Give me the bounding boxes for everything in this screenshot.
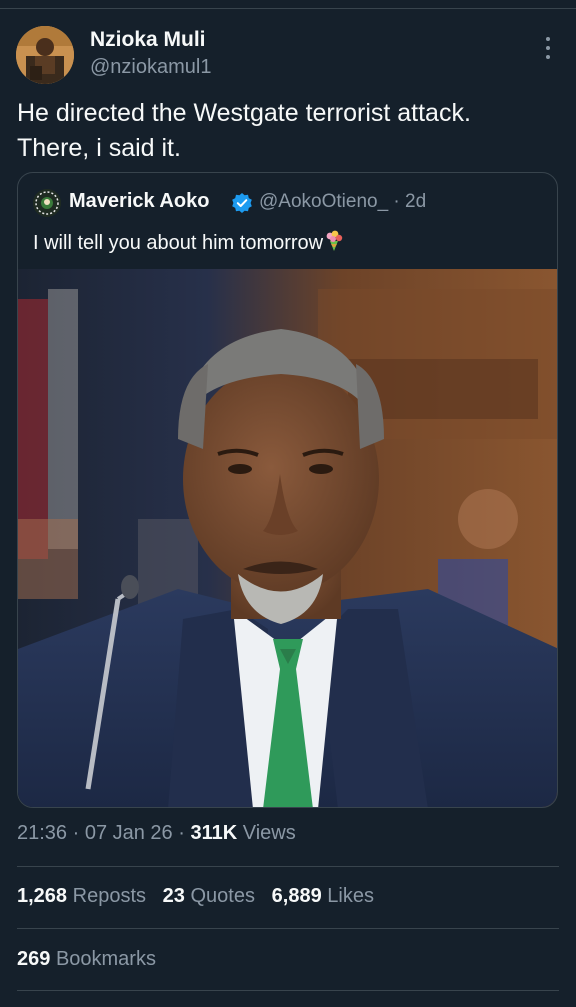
bouquet-emoji-icon: [326, 230, 343, 251]
verified-badge-icon: [232, 193, 252, 213]
likes-stat[interactable]: 6,889 Likes: [272, 885, 374, 907]
tweet-meta: 21:36 · 07 Jan 26 · 311K Views: [17, 822, 296, 845]
views-count: 311K: [190, 822, 238, 844]
bookmarks-count: 269: [17, 948, 51, 970]
quoted-tweet-text-content: I will tell you about him tomorrow: [33, 232, 324, 254]
bookmarks-stat[interactable]: 269 Bookmarks: [17, 948, 156, 971]
reposts-label: Reposts: [72, 885, 146, 907]
quoted-tweet-text: I will tell you about him tomorrow: [33, 230, 344, 255]
divider: [17, 866, 559, 867]
quotes-label: Quotes: [190, 885, 255, 907]
engagement-stats: 1,268 Reposts 23 Quotes 6,889 Likes: [17, 885, 374, 908]
top-divider: [0, 8, 576, 9]
likes-count: 6,889: [271, 885, 322, 907]
author-handle[interactable]: @nziokamul1: [90, 56, 211, 79]
quoted-tweet-card[interactable]: Maverick Aoko @AokoOtieno_ · 2d I will t…: [17, 172, 558, 808]
reposts-stat[interactable]: 1,268 Reposts: [17, 885, 146, 907]
bookmarks-label: Bookmarks: [55, 948, 156, 970]
quoted-author-handle-time[interactable]: @AokoOtieno_ · 2d: [259, 191, 426, 213]
tweet-text-line-1: He directed the Westgate terrorist attac…: [17, 99, 471, 127]
author-display-name[interactable]: Nzioka Muli: [90, 28, 206, 52]
views-label: Views: [242, 822, 296, 844]
likes-label: Likes: [327, 885, 374, 907]
author-avatar[interactable]: [16, 26, 74, 84]
quoted-author-name[interactable]: Maverick Aoko: [69, 190, 209, 213]
quoted-author-avatar[interactable]: [33, 189, 61, 217]
divider: [17, 928, 559, 929]
more-options-button[interactable]: [537, 37, 559, 63]
quotes-stat[interactable]: 23 Quotes: [163, 885, 255, 907]
quoted-tweet-photo[interactable]: [18, 269, 558, 808]
divider: [17, 990, 559, 991]
more-vertical-icon: [546, 37, 550, 59]
reposts-count: 1,268: [17, 885, 68, 907]
tweet-text: He directed the Westgate terrorist attac…: [17, 96, 562, 166]
quotes-count: 23: [162, 885, 185, 907]
tweet-timestamp[interactable]: 21:36 · 07 Jan 26 ·: [17, 822, 190, 844]
tweet-text-line-2: There, i said it.: [17, 134, 181, 162]
